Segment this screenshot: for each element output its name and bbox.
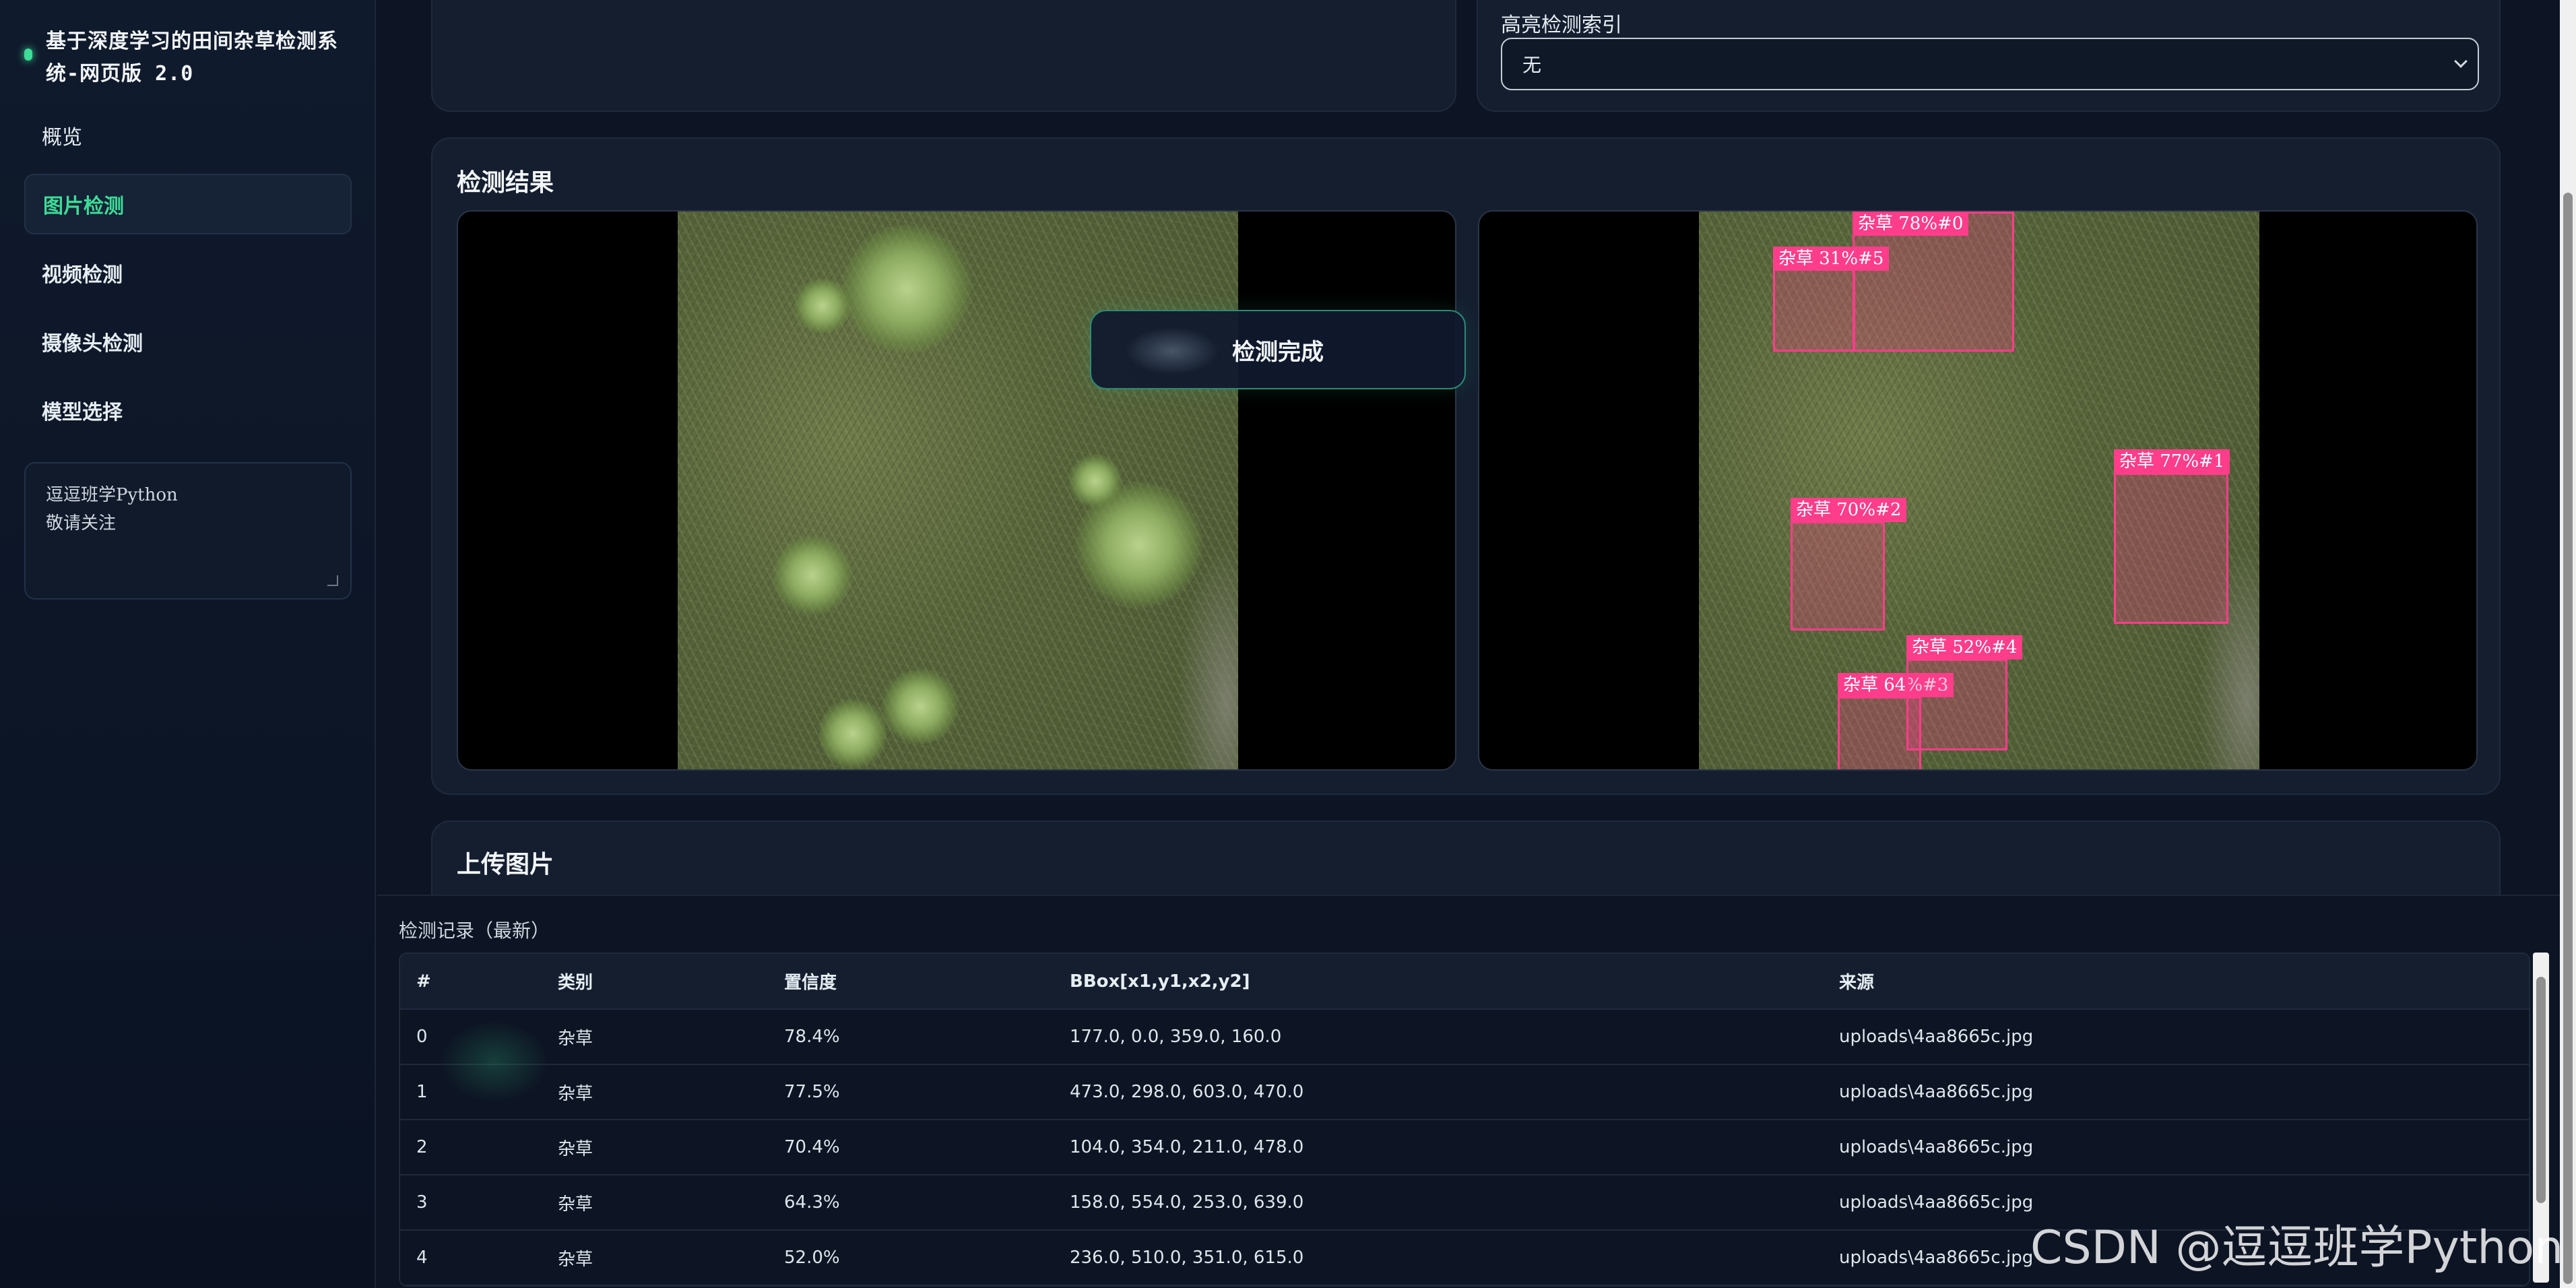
cell-index: 2	[400, 1120, 542, 1176]
detection-box[interactable]: 杂草 52%#4	[1906, 635, 2023, 750]
detection-label: 杂草 78%#0	[1853, 212, 1969, 236]
watermark: CSDN @逗逗班学Python	[2030, 1221, 2564, 1275]
table-header-row: # 类别 置信度 BBox[x1,y1,x2,y2] 来源	[400, 954, 2529, 1010]
detection-box[interactable]: 杂草 77%#1	[2114, 449, 2230, 624]
column-header-class: 类别	[542, 954, 768, 1010]
cell-index: 0	[400, 1009, 542, 1065]
detection-complete-toast: 检测完成	[1090, 310, 1466, 389]
cell-source: uploads\4aa8665c.jpg	[1823, 1064, 2529, 1120]
detection-box[interactable]: 杂草 78%#0	[1853, 212, 2014, 352]
table-row[interactable]: 1 杂草 77.5% 473.0, 298.0, 603.0, 470.0 up…	[400, 1064, 2529, 1120]
note-line: 敬请关注	[46, 513, 117, 534]
cell-confidence: 64.3%	[768, 1175, 1054, 1231]
highlight-panel: 高亮检测索引 无	[1477, 0, 2501, 112]
cell-bbox: 104.0, 354.0, 211.0, 478.0	[1054, 1120, 1823, 1176]
cell-source: uploads\4aa8665c.jpg	[1823, 1009, 2529, 1065]
detection-label: 杂草 70%#2	[1791, 498, 1907, 522]
sidebar-item-label: 概览	[42, 126, 82, 150]
sidebar: 基于深度学习的田间杂草检测系统-网页版 2.0 概览 图片检测 视频检测 摄像头…	[0, 0, 376, 1288]
detection-results-panel: 检测结果 杂草 78%#0 杂草 77%#1 杂草 70%#2 杂草 64%#3…	[431, 137, 2501, 795]
sidebar-item-image-detection[interactable]: 图片检测	[24, 174, 352, 234]
column-header-source: 来源	[1823, 954, 2529, 1010]
toast-message: 检测完成	[1232, 338, 1324, 366]
toast-glow	[1125, 327, 1219, 375]
weed-plant	[1068, 454, 1122, 508]
sidebar-item-video-detection[interactable]: 视频检测	[24, 243, 352, 303]
cell-class: 杂草	[542, 1230, 768, 1285]
detection-results-title: 检测结果	[457, 169, 554, 197]
sidebar-item-model-selection[interactable]: 模型选择	[24, 380, 352, 441]
cell-class: 杂草	[542, 1009, 768, 1065]
sidebar-item-label: 摄像头检测	[42, 332, 143, 356]
highlight-index-value: 无	[1522, 54, 1542, 76]
page-scroll-thumb[interactable]	[2563, 193, 2573, 1284]
table-row[interactable]: 0 杂草 78.4% 177.0, 0.0, 359.0, 160.0 uplo…	[400, 1009, 2529, 1065]
upload-title: 上传图片	[457, 851, 554, 878]
original-image-viewer	[457, 210, 1456, 771]
status-dot-icon	[24, 49, 32, 61]
column-header-confidence: 置信度	[768, 954, 1054, 1010]
resize-grip-icon[interactable]	[327, 575, 338, 586]
sidebar-item-label: 图片检测	[43, 195, 124, 218]
note-textarea[interactable]: 逗逗班学Python 敬请关注	[24, 462, 352, 600]
sidebar-item-label: 视频检测	[42, 263, 123, 287]
chevron-down-icon	[2454, 55, 2468, 68]
cell-bbox: 236.0, 510.0, 351.0, 615.0	[1054, 1230, 1823, 1285]
highlight-index-select[interactable]: 无	[1501, 38, 2479, 90]
weed-plant	[839, 225, 974, 353]
cell-index: 4	[400, 1230, 542, 1285]
cell-class: 杂草	[542, 1175, 768, 1231]
weed-plant	[880, 670, 961, 744]
cell-confidence: 78.4%	[768, 1009, 1054, 1065]
sidebar-nav: 概览 图片检测 视频检测 摄像头检测 模型选择	[24, 105, 352, 449]
detection-box[interactable]: 杂草 70%#2	[1791, 498, 1907, 631]
cell-confidence: 70.4%	[768, 1120, 1054, 1176]
weed-plant	[819, 697, 887, 769]
cell-bbox: 158.0, 554.0, 253.0, 639.0	[1054, 1175, 1823, 1231]
cell-index: 3	[400, 1175, 542, 1231]
detection-log-title: 检测记录（最新）	[399, 920, 550, 942]
cell-index: 1	[400, 1064, 542, 1120]
detection-label: 杂草 77%#1	[2114, 449, 2230, 474]
cell-confidence: 52.0%	[768, 1230, 1054, 1285]
cell-bbox: 473.0, 298.0, 603.0, 470.0	[1054, 1064, 1823, 1120]
top-left-panel	[431, 0, 1456, 112]
cell-class: 杂草	[542, 1064, 768, 1120]
column-header-bbox: BBox[x1,y1,x2,y2]	[1054, 954, 1823, 1010]
sidebar-item-overview[interactable]: 概览	[24, 105, 352, 166]
bare-soil	[1178, 543, 1238, 769]
highlight-index-label: 高亮检测索引	[1501, 13, 1622, 37]
detection-box[interactable]: 杂草 31%#5	[1773, 247, 1890, 352]
cell-confidence: 77.5%	[768, 1064, 1054, 1120]
cell-bbox: 177.0, 0.0, 359.0, 160.0	[1054, 1009, 1823, 1065]
cell-source: uploads\4aa8665c.jpg	[1823, 1120, 2529, 1176]
weed-plant	[792, 279, 853, 333]
table-row[interactable]: 2 杂草 70.4% 104.0, 354.0, 211.0, 478.0 up…	[400, 1120, 2529, 1176]
cell-class: 杂草	[542, 1120, 768, 1176]
weed-plant	[772, 535, 853, 616]
app-title: 基于深度学习的田间杂草检测系统-网页版 2.0	[46, 30, 338, 86]
sidebar-item-label: 模型选择	[42, 401, 123, 424]
detection-label: 杂草 31%#5	[1773, 247, 1890, 271]
detection-label: 杂草 52%#4	[1906, 635, 2023, 659]
result-field-image: 杂草 78%#0 杂草 77%#1 杂草 70%#2 杂草 64%#3 杂草 5…	[1699, 212, 2259, 769]
page-scrollbar[interactable]	[2560, 0, 2576, 1288]
sidebar-item-camera-detection[interactable]: 摄像头检测	[24, 311, 352, 372]
table-scroll-thumb[interactable]	[2536, 977, 2546, 1203]
note-line: 逗逗班学Python	[46, 485, 178, 505]
original-field-image	[678, 212, 1238, 769]
column-header-index: #	[400, 954, 542, 1010]
result-image-viewer: 杂草 78%#0 杂草 77%#1 杂草 70%#2 杂草 64%#3 杂草 5…	[1478, 210, 2478, 771]
